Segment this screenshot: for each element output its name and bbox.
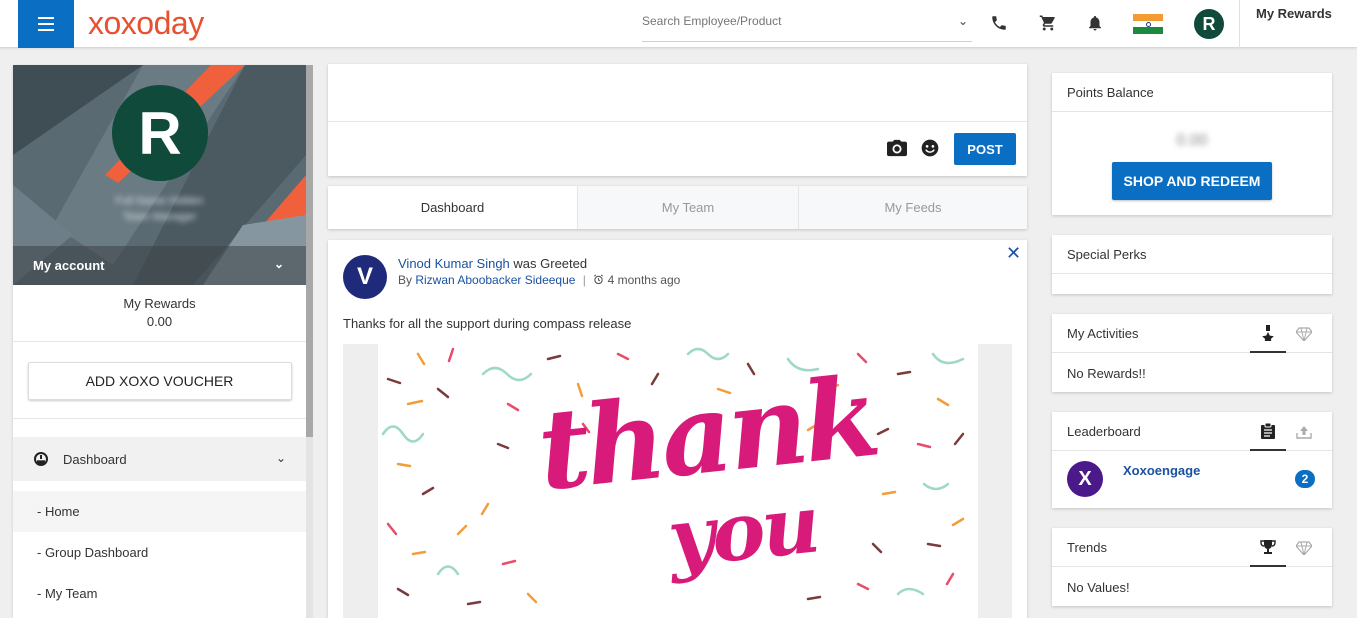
- points-balance-title: Points Balance: [1052, 73, 1332, 112]
- search-input[interactable]: Search Employee/Product: [642, 8, 972, 42]
- activities-tabs: [1250, 314, 1322, 353]
- post-composer: POST: [328, 64, 1027, 176]
- my-rewards-summary: My Rewards 0.00: [13, 285, 306, 342]
- trends-header: Trends: [1052, 528, 1332, 567]
- diamond-icon[interactable]: [1286, 528, 1322, 567]
- leaderboard-title: Leaderboard: [1067, 424, 1141, 439]
- leader-avatar: X: [1067, 461, 1103, 497]
- scrollbar-thumb[interactable]: [306, 65, 313, 437]
- emoji-icon[interactable]: [920, 138, 940, 161]
- post-headline: Vinod Kumar Singh was Greeted: [398, 256, 587, 271]
- nav-dashboard-label: Dashboard: [63, 451, 127, 467]
- cart-icon[interactable]: [1037, 12, 1059, 34]
- my-rewards-link[interactable]: My Rewards: [1239, 0, 1357, 48]
- post-meta: By Rizwan Aboobacker Sideeque | 4 months…: [398, 273, 680, 287]
- clock-icon: [593, 273, 607, 287]
- feed-tabs: Dashboard My Team My Feeds: [328, 186, 1027, 229]
- menu-icon: [38, 15, 54, 33]
- meta-separator: |: [582, 273, 586, 287]
- divider: [13, 400, 306, 419]
- leaderboard-header: Leaderboard: [1052, 412, 1332, 451]
- by-label: By: [398, 273, 416, 287]
- dashboard-gauge-icon: [34, 452, 48, 466]
- my-account-label: My account: [33, 258, 105, 273]
- my-activities-card: My Activities No Rewards!!: [1052, 314, 1332, 392]
- clipboard-icon[interactable]: [1250, 412, 1286, 451]
- top-bar: xoxoday Search Employee/Product ⌄ R My R…: [0, 0, 1357, 48]
- india-flag-icon[interactable]: [1133, 14, 1163, 35]
- feed-post: V Vinod Kumar Singh was Greeted By Rizwa…: [328, 240, 1027, 618]
- my-rewards-value: 0.00: [146, 314, 173, 329]
- bell-icon[interactable]: [1084, 12, 1106, 34]
- add-voucher-button[interactable]: ADD XOXO VOUCHER: [27, 362, 292, 400]
- trends-tabs: [1250, 528, 1322, 567]
- post-text-area[interactable]: [328, 64, 1027, 122]
- close-icon[interactable]: ✕: [1006, 243, 1021, 264]
- leaderboard-row[interactable]: X Xoxoengage 2: [1052, 451, 1332, 507]
- menu-button[interactable]: [18, 0, 74, 48]
- my-rewards-title: My Rewards: [123, 296, 196, 311]
- nav-item-group-dashboard[interactable]: - Group Dashboard: [13, 532, 306, 573]
- nav-item-my-team[interactable]: - My Team: [13, 573, 306, 614]
- special-perks-title[interactable]: Special Perks: [1052, 235, 1332, 274]
- shop-and-redeem-button[interactable]: SHOP AND REDEEM: [1112, 162, 1272, 200]
- leaderboard-tabs: [1250, 412, 1322, 451]
- left-sidebar: R Full Name Hidden Team Manager My accou…: [13, 65, 306, 618]
- post-author-avatar[interactable]: V: [343, 255, 387, 299]
- post-author-link[interactable]: Vinod Kumar Singh: [398, 256, 510, 271]
- tab-dashboard[interactable]: Dashboard: [328, 186, 577, 229]
- tab-my-team[interactable]: My Team: [577, 186, 798, 229]
- post-time: 4 months ago: [607, 273, 681, 287]
- points-balance-value: 0.00: [1176, 132, 1208, 149]
- upload-icon[interactable]: [1286, 412, 1322, 451]
- medal-icon[interactable]: [1250, 314, 1286, 353]
- post-image-frame: thank you: [343, 344, 1012, 618]
- profile-avatar: R: [112, 85, 208, 181]
- thank-you-text-you: you: [663, 476, 822, 586]
- nav-dashboard[interactable]: Dashboard ⌄: [13, 437, 306, 481]
- my-account-toggle[interactable]: My account ⌄: [13, 246, 306, 285]
- tab-my-feeds[interactable]: My Feeds: [798, 186, 1027, 229]
- chevron-down-icon[interactable]: ⌄: [958, 14, 968, 28]
- post-message: Thanks for all the support during compas…: [343, 316, 632, 331]
- chevron-down-icon: ⌄: [275, 451, 286, 465]
- trends-card: Trends No Values!: [1052, 528, 1332, 606]
- user-name-blurred: Full Name Hidden: [115, 195, 204, 207]
- sidebar-scrollbar[interactable]: [306, 65, 313, 618]
- post-action-text: was Greeted: [509, 256, 588, 271]
- activities-empty-text: No Rewards!!: [1067, 366, 1146, 381]
- trophy-icon[interactable]: [1250, 528, 1286, 567]
- my-activities-title: My Activities: [1067, 326, 1139, 341]
- user-title-blurred: Team Manager: [122, 211, 197, 223]
- xoxoday-logo[interactable]: xoxoday: [88, 5, 204, 42]
- leaderboard-card: Leaderboard X Xoxoengage 2: [1052, 412, 1332, 508]
- diamond-icon[interactable]: [1286, 314, 1322, 353]
- user-avatar[interactable]: R: [1194, 9, 1224, 39]
- post-button[interactable]: POST: [954, 133, 1016, 165]
- camera-icon[interactable]: [886, 138, 908, 161]
- points-balance-card: Points Balance 0.00 SHOP AND REDEEM: [1052, 73, 1332, 215]
- post-giver-link[interactable]: Rizwan Aboobacker Sideeque: [415, 273, 575, 287]
- trends-title: Trends: [1067, 540, 1107, 555]
- chevron-down-icon: ⌄: [273, 257, 284, 271]
- my-activities-header: My Activities: [1052, 314, 1332, 353]
- profile-banner: R Full Name Hidden Team Manager My accou…: [13, 65, 306, 285]
- leader-count-badge: 2: [1295, 470, 1315, 488]
- thank-you-image[interactable]: thank you: [378, 344, 978, 618]
- special-perks-card: Special Perks: [1052, 235, 1332, 294]
- nav-item-home[interactable]: - Home: [13, 491, 306, 532]
- phone-icon[interactable]: [988, 12, 1010, 34]
- trends-empty-text: No Values!: [1067, 580, 1130, 595]
- leader-name[interactable]: Xoxoengage: [1123, 463, 1200, 478]
